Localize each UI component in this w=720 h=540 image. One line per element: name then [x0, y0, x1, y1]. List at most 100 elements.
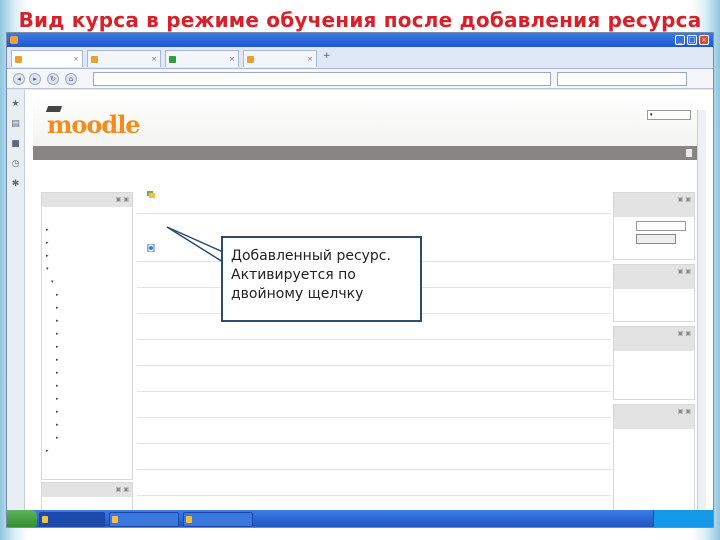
language-select[interactable]: ▾: [647, 110, 691, 120]
close-window-button[interactable]: ×: [699, 35, 709, 45]
new-tab-icon[interactable]: +: [323, 51, 331, 61]
breadcrumb: [33, 146, 697, 160]
minimize-button[interactable]: _: [675, 35, 685, 45]
nav-tree-item[interactable]: ▸: [46, 393, 128, 406]
downloads-icon[interactable]: ▤: [11, 120, 20, 129]
taskbar-button-browser[interactable]: [39, 512, 105, 527]
taskbar-app-icon: [112, 516, 118, 523]
save-icon[interactable]: ■: [11, 140, 20, 149]
bookmark-star-icon[interactable]: ★: [11, 100, 20, 109]
nav-tree-item[interactable]: ▸: [46, 289, 128, 302]
settings-block: ▣ ▣: [41, 482, 133, 510]
resource-file-icon: [147, 244, 155, 252]
navigation-block: ▣ ▣ ▸ ▸ ▸ ▾ ▾ ▸ ▸ ▸ ▸ ▸ ▸ ▸ ▸ ▸ ▸ ▸ ▸ ▸: [41, 192, 133, 480]
nav-tree-item[interactable]: [46, 211, 128, 224]
block-controls-icon[interactable]: ▣ ▣: [678, 268, 691, 275]
tab-favicon-icon: [247, 56, 254, 63]
upcoming-events-block-header: ▣ ▣: [614, 327, 694, 351]
nav-tree-item[interactable]: ▸: [46, 237, 128, 250]
nav-tree-item[interactable]: ▸: [46, 315, 128, 328]
forum-search-block-header: ▣ ▣: [614, 193, 694, 217]
history-clock-icon[interactable]: ◷: [11, 160, 20, 169]
nav-tree-item[interactable]: ▾: [46, 276, 128, 289]
browser-tab-3[interactable]: ×: [165, 50, 239, 67]
callout-line-3: двойному щелчку: [231, 286, 364, 302]
block-controls-icon[interactable]: ▣ ▣: [116, 486, 129, 493]
tab-close-icon[interactable]: ×: [73, 51, 79, 67]
site-header: moodle ▾: [33, 96, 697, 146]
course-section-general: [137, 174, 611, 214]
home-icon[interactable]: ⌂: [65, 73, 77, 85]
course-section-6: [137, 366, 611, 392]
block-controls-icon[interactable]: ▣ ▣: [678, 196, 691, 203]
taskbar-app-icon: [186, 516, 192, 523]
upcoming-events-block: ▣ ▣: [613, 326, 695, 400]
slide-title: Вид курса в режиме обучения после добавл…: [18, 8, 702, 32]
nav-tree-item[interactable]: ▾: [46, 263, 128, 276]
tab-favicon-icon: [91, 56, 98, 63]
settings-gear-icon[interactable]: ✱: [11, 180, 20, 189]
callout-line-2: Активируется по: [231, 267, 356, 283]
nav-tree-item[interactable]: ▸: [46, 354, 128, 367]
nav-tree-item[interactable]: ▸: [46, 419, 128, 432]
nav-tree-item[interactable]: ▸: [46, 445, 128, 458]
maximize-button[interactable]: □: [687, 35, 697, 45]
nav-tree-item[interactable]: ▸: [46, 380, 128, 393]
tab-close-icon[interactable]: ×: [229, 51, 235, 67]
tab-bar: × × × × +: [7, 47, 713, 69]
tab-close-icon[interactable]: ×: [151, 51, 157, 67]
forum-search-input[interactable]: [636, 221, 686, 231]
browser-tab-1[interactable]: ×: [11, 50, 83, 67]
course-section-5: [137, 340, 611, 366]
browser-icon: [10, 36, 18, 44]
graduation-cap-icon: [45, 106, 63, 112]
navigation-bar: ◂ ▸ ↻ ⌂: [7, 69, 713, 89]
course-content: [137, 174, 611, 510]
navigation-tree: ▸ ▸ ▸ ▾ ▾ ▸ ▸ ▸ ▸ ▸ ▸ ▸ ▸ ▸ ▸ ▸ ▸ ▸: [42, 207, 132, 462]
callout-box: Добавленный ресурс. Активируется по двой…: [221, 236, 422, 322]
callout-line-1: Добавленный ресурс.: [231, 248, 391, 264]
latest-news-block-header: ▣ ▣: [614, 265, 694, 289]
window-titlebar: _ □ ×: [7, 33, 713, 47]
block-controls-icon[interactable]: ▣ ▣: [116, 196, 129, 203]
moodle-logo[interactable]: moodle: [45, 106, 141, 139]
nav-tree-item[interactable]: ▸: [46, 406, 128, 419]
back-arrow-icon[interactable]: ◂: [13, 73, 25, 85]
settings-block-header: ▣ ▣: [42, 483, 132, 497]
nav-tree-item[interactable]: ▸: [46, 328, 128, 341]
edit-mode-button[interactable]: [685, 148, 693, 158]
search-box[interactable]: [557, 72, 687, 86]
nav-tree-item[interactable]: ▸: [46, 302, 128, 315]
page-scrollbar[interactable]: [697, 110, 706, 510]
forward-arrow-icon[interactable]: ▸: [29, 73, 41, 85]
nav-tree-item[interactable]: ▸: [46, 432, 128, 445]
tab-close-icon[interactable]: ×: [307, 51, 313, 67]
address-bar[interactable]: [93, 72, 551, 86]
tab-favicon-icon: [169, 56, 176, 63]
course-section-8: [137, 418, 611, 444]
tab-favicon-icon: [15, 56, 22, 63]
browser-tab-4[interactable]: ×: [243, 50, 317, 67]
forum-search-button[interactable]: [636, 234, 676, 244]
block-controls-icon[interactable]: ▣ ▣: [678, 408, 691, 415]
nav-tree-item[interactable]: ▸: [46, 250, 128, 263]
course-section-9: [137, 444, 611, 470]
taskbar-button-3[interactable]: [183, 512, 253, 527]
nav-tree-item[interactable]: ▸: [46, 224, 128, 237]
nav-tree-item[interactable]: ▸: [46, 341, 128, 354]
recent-activity-block-header: ▣ ▣: [614, 405, 694, 429]
forum-icon: [147, 191, 155, 198]
taskbar-app-icon: [42, 516, 48, 523]
browser-tab-2[interactable]: ×: [87, 50, 161, 67]
browser-side-toolbar: ★ ▤ ■ ◷ ✱: [7, 90, 25, 510]
forum-search-block: ▣ ▣: [613, 192, 695, 260]
reload-icon[interactable]: ↻: [47, 73, 59, 85]
navigation-block-header: ▣ ▣: [42, 193, 132, 207]
block-controls-icon[interactable]: ▣ ▣: [678, 330, 691, 337]
system-tray: [653, 510, 713, 527]
recent-activity-block: ▣ ▣: [613, 404, 695, 510]
nav-tree-item[interactable]: ▸: [46, 367, 128, 380]
start-button[interactable]: [7, 510, 37, 527]
windows-taskbar: [7, 510, 713, 527]
taskbar-button-2[interactable]: [109, 512, 179, 527]
